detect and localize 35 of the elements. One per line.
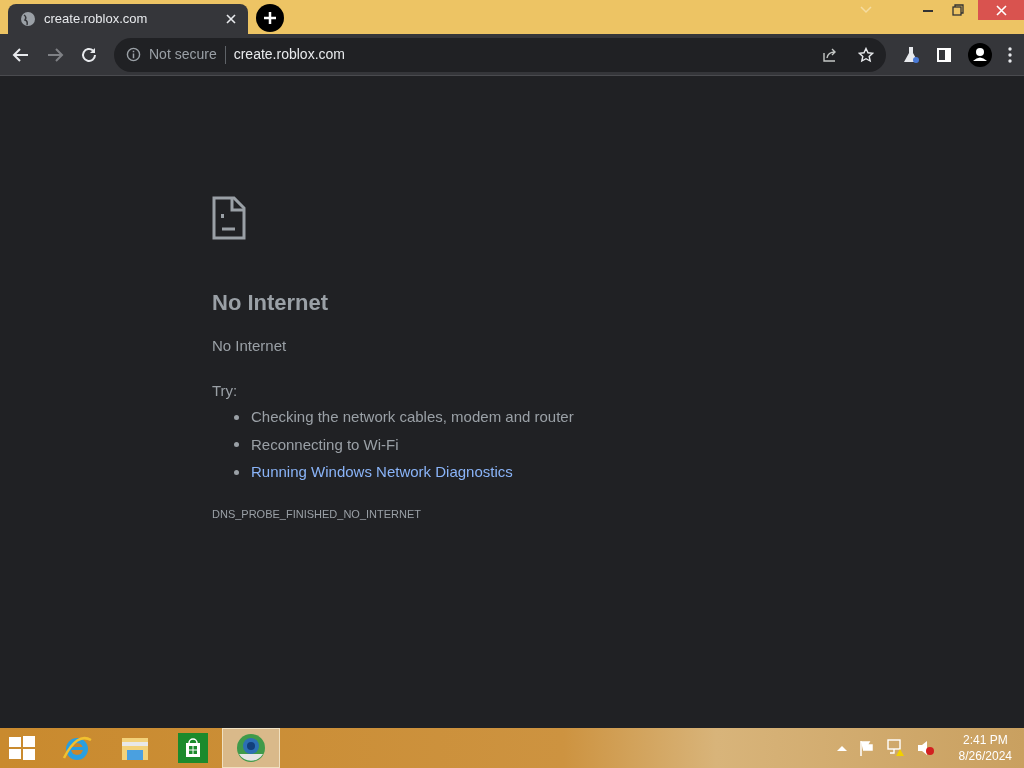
- try-label: Try:: [212, 380, 238, 401]
- error-heading: No Internet: [212, 289, 329, 317]
- globe-icon: [20, 11, 36, 27]
- back-arrow-icon[interactable]: [12, 45, 30, 64]
- diagnostics-link[interactable]: Running Windows Network Diagnostics: [251, 461, 513, 484]
- flask-icon[interactable]: [902, 45, 920, 64]
- close-icon: [995, 4, 1007, 16]
- error-message: No Internet: [212, 336, 287, 356]
- star-icon[interactable]: [858, 46, 874, 63]
- profile-icon[interactable]: [968, 42, 992, 67]
- restore-icon[interactable]: [952, 4, 964, 16]
- security-label[interactable]: Not secure: [149, 44, 217, 65]
- globe-orb-icon: [235, 732, 267, 764]
- side-panel-icon[interactable]: [936, 46, 952, 63]
- browser-tab[interactable]: create.roblox.com: [8, 4, 248, 34]
- speaker-muted-icon[interactable]: [916, 739, 935, 757]
- suggestion-text: Reconnecting to Wi-Fi: [251, 434, 399, 455]
- error-code: DNS_PROBE_FINISHED_NO_INTERNET: [212, 506, 422, 522]
- close-icon[interactable]: [226, 14, 236, 24]
- url-text: create.roblox.com: [233, 45, 346, 64]
- info-icon[interactable]: [126, 47, 141, 62]
- sad-page-icon: [212, 196, 246, 240]
- suggestion-text: Checking the network cables, modem and router: [251, 407, 574, 427]
- windows-logo-icon[interactable]: [8, 734, 36, 762]
- taskbar-app[interactable]: [222, 728, 280, 768]
- menu-icon[interactable]: [1008, 46, 1012, 63]
- tab-title: create.roblox.com: [44, 10, 149, 29]
- new-tab-button[interactable]: [256, 4, 284, 32]
- close-window-button[interactable]: [978, 0, 1024, 20]
- share-icon[interactable]: [822, 46, 838, 63]
- reload-icon[interactable]: [80, 45, 98, 64]
- forward-arrow-icon[interactable]: [46, 45, 64, 64]
- store-bag-icon: [177, 732, 209, 764]
- address-bar[interactable]: Not secure create.roblox.com: [114, 37, 886, 72]
- plus-icon: [263, 11, 277, 25]
